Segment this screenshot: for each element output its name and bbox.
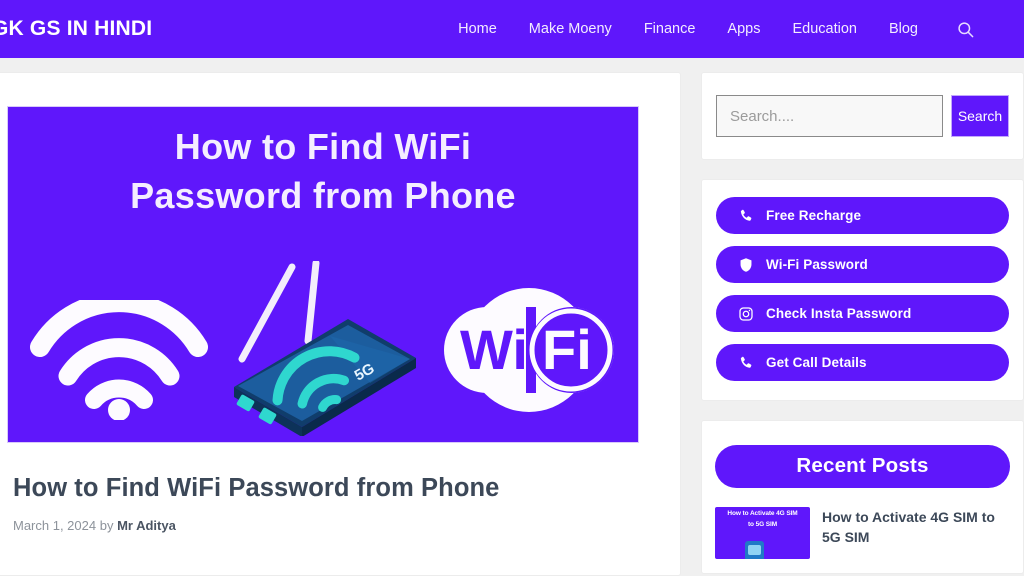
thumbnail-caption-line-2: to 5G SIM — [747, 521, 778, 529]
article-card: How to Find WiFi Password from Phone 5G … — [0, 72, 681, 576]
hero-title-line-2: Password from Phone — [130, 174, 516, 216]
nav-item-apps[interactable]: Apps — [711, 13, 776, 45]
quick-links-widget: Free Recharge Wi-Fi Password Check Insta… — [701, 179, 1024, 401]
sim-card-icon — [745, 541, 764, 559]
quick-link-check-insta-password[interactable]: Check Insta Password — [716, 295, 1009, 332]
hero-title-line-1: How to Find WiFi — [174, 126, 472, 167]
nav-item-make-money[interactable]: Make Moeny — [513, 13, 628, 45]
article-meta: March 1, 2024 by Mr Aditya — [13, 518, 658, 533]
recent-post-title[interactable]: How to Activate 4G SIM to 5G SIM — [822, 507, 1010, 548]
hero-title: How to Find WiFi Password from Phone — [8, 107, 638, 220]
article-title: How to Find WiFi Password from Phone — [13, 474, 500, 502]
svg-text:Fi: Fi — [542, 318, 592, 381]
nav-item-finance[interactable]: Finance — [628, 13, 712, 45]
nav-item-education[interactable]: Education — [776, 13, 873, 45]
search-input[interactable] — [716, 95, 943, 137]
quick-link-label: Free Recharge — [766, 208, 862, 223]
site-header: GK GS IN HINDI Home Make Moeny Finance A… — [0, 0, 1024, 58]
nav-item-blog[interactable]: Blog — [873, 13, 934, 45]
recent-post-item[interactable]: How to Activate 4G SIM to 5G SIM How to … — [715, 507, 1010, 559]
site-logo[interactable]: GK GS IN HINDI — [0, 17, 152, 41]
wifi-signal-icon — [30, 300, 208, 420]
quick-link-wifi-password[interactable]: Wi-Fi Password — [716, 246, 1009, 283]
hero-artwork: 5G Wi Fi — [8, 261, 638, 436]
quick-link-get-call-details[interactable]: Get Call Details — [716, 344, 1009, 381]
quick-link-free-recharge[interactable]: Free Recharge — [716, 197, 1009, 234]
quick-link-label: Get Call Details — [766, 355, 867, 370]
router-5g-icon: 5G — [234, 261, 416, 436]
instagram-icon — [738, 306, 754, 322]
wifi-logo-badge: Wi Fi — [444, 288, 614, 412]
quick-link-label: Wi-Fi Password — [766, 257, 868, 272]
search-submit-button[interactable]: Search — [951, 95, 1009, 137]
sidebar: Search Free Recharge Wi-Fi Password — [701, 72, 1024, 574]
search-form: Search — [716, 95, 1009, 137]
phone-icon — [738, 208, 754, 224]
phone-icon — [738, 355, 754, 371]
search-icon — [957, 21, 973, 37]
main-navigation: Home Make Moeny Finance Apps Education B… — [442, 12, 982, 46]
article-featured-image: How to Find WiFi Password from Phone 5G … — [7, 106, 639, 443]
search-widget: Search — [701, 72, 1024, 160]
quick-link-label: Check Insta Password — [766, 306, 912, 321]
nav-item-home[interactable]: Home — [442, 13, 513, 45]
header-search-toggle[interactable] — [948, 12, 982, 46]
recent-posts-heading: Recent Posts — [715, 445, 1010, 488]
article-author[interactable]: Mr Aditya — [117, 518, 176, 533]
shield-icon — [738, 257, 754, 273]
svg-text:Wi: Wi — [460, 318, 528, 381]
article-date: March 1, 2024 by — [13, 518, 114, 533]
page-body: How to Find WiFi Password from Phone 5G … — [0, 58, 1024, 576]
thumbnail-caption-line-1: How to Activate 4G SIM — [727, 510, 798, 517]
recent-post-thumbnail[interactable]: How to Activate 4G SIM to 5G SIM — [715, 507, 810, 559]
recent-posts-widget: Recent Posts How to Activate 4G SIM to 5… — [701, 420, 1024, 574]
